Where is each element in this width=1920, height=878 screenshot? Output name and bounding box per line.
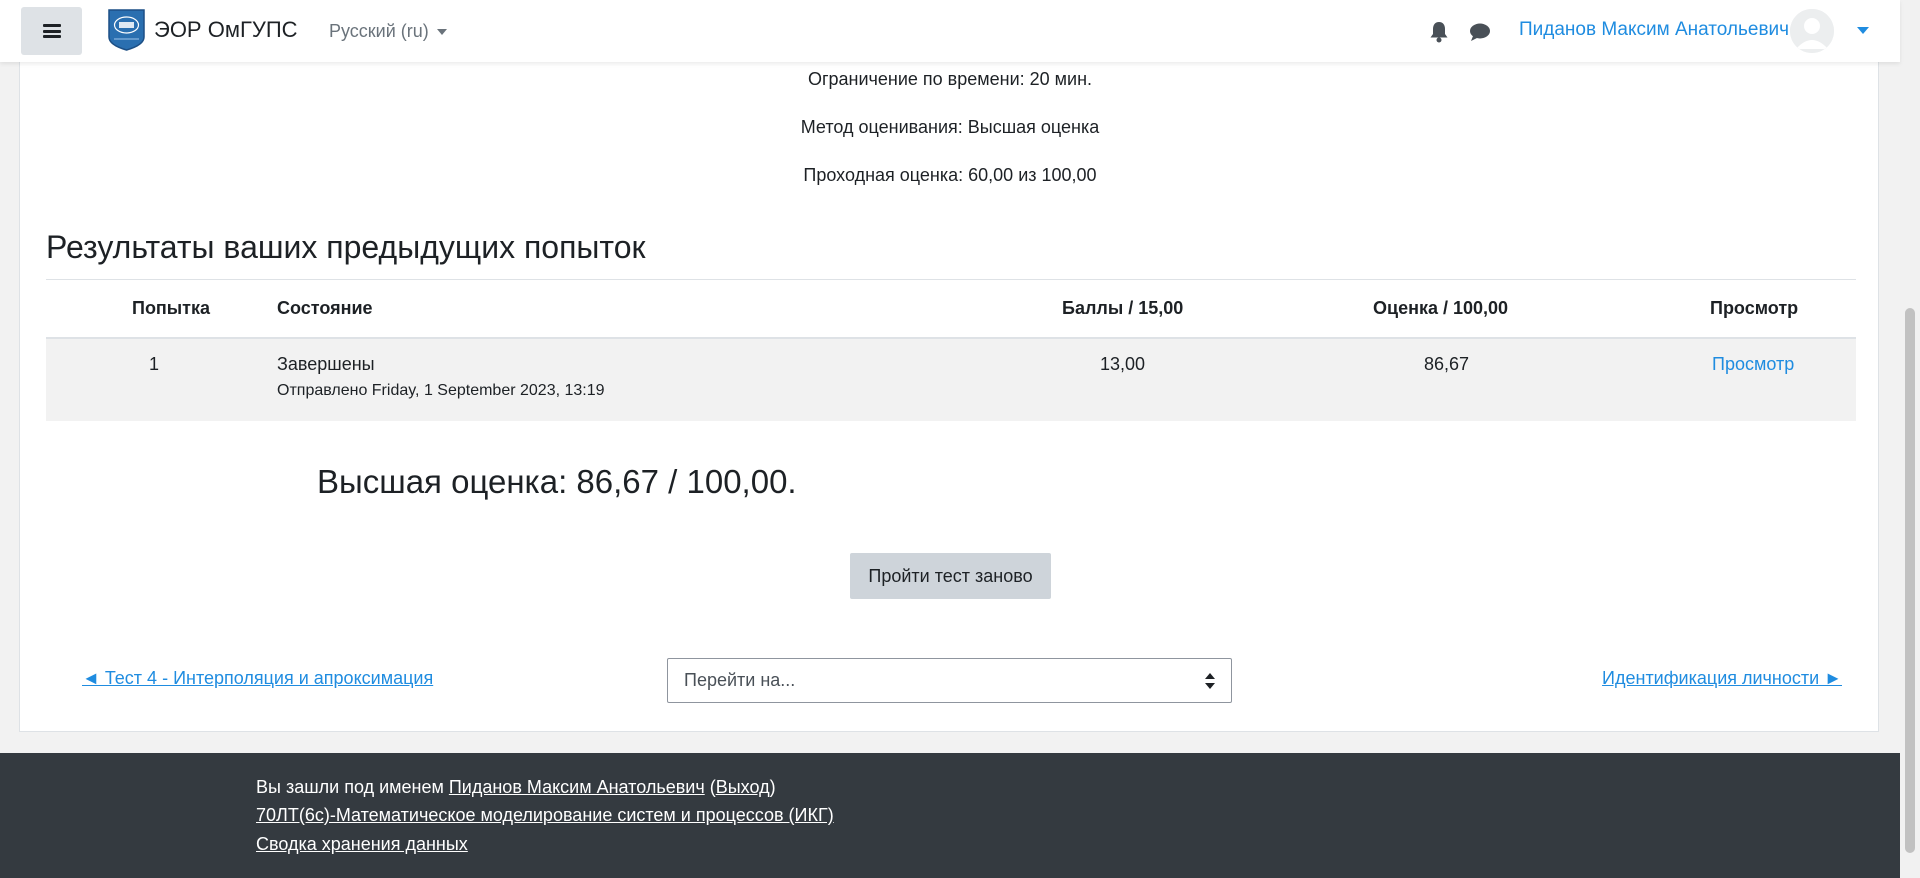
top-navbar: ЭОР ОмГУПС Русский (ru) Пиданов Максим А…	[0, 0, 1900, 62]
user-menu-name[interactable]: Пиданов Максим Анатольевич	[1519, 19, 1789, 41]
jump-to-select[interactable]: Перейти на...	[667, 658, 1232, 703]
column-header-attempt: Попытка	[132, 298, 211, 318]
next-activity-link[interactable]: Идентификация личности ►	[1602, 668, 1842, 689]
attempts-section-title: Результаты ваших предыдущих попыток	[46, 229, 646, 265]
column-header-grade: Оценка / 100,00	[1373, 298, 1509, 318]
passing-grade-text: Проходная оценка: 60,00 из 100,00	[803, 165, 1097, 185]
course-info: 70ЛТ(6с)-Математическое моделирование си…	[256, 805, 834, 826]
logged-in-prefix: Вы зашли под именем	[256, 777, 444, 797]
footer-user-link[interactable]: Пиданов Максим Анатольевич	[449, 777, 705, 797]
course-link[interactable]: 70ЛТ(6с)-Математическое моделирование си…	[256, 805, 834, 825]
data-retention-info: Сводка хранения данных	[256, 834, 468, 855]
drawer-toggle-button[interactable]	[21, 7, 82, 55]
column-header-marks: Баллы / 15,00	[1062, 298, 1184, 318]
scrollbar-thumb[interactable]	[1905, 308, 1915, 853]
avatar[interactable]	[1790, 9, 1834, 53]
review-link[interactable]: Просмотр	[1712, 354, 1794, 375]
select-arrows-icon	[1205, 673, 1215, 689]
logout-close-paren: )	[769, 777, 776, 797]
data-retention-link[interactable]: Сводка хранения данных	[256, 834, 468, 854]
page-footer: Вы зашли под именем Пиданов Максим Анато…	[0, 753, 1900, 878]
previous-activity-link[interactable]: ◄ Тест 4 - Интерполяция и апроксимация	[82, 668, 433, 689]
attempt-state: Завершены	[277, 354, 375, 374]
best-grade-heading: Высшая оценка: 86,67 / 100,00.	[317, 463, 797, 500]
reattempt-quiz-button[interactable]: Пройти тест заново	[850, 553, 1051, 599]
attempt-grade: 86,67	[1424, 354, 1470, 374]
table-header: Попытка Состояние Баллы / 15,00 Оценка /…	[46, 281, 1856, 339]
divider	[46, 279, 1856, 280]
site-brand[interactable]: ЭОР ОмГУПС	[154, 17, 298, 43]
university-logo[interactable]	[108, 9, 145, 51]
attempt-number: 1	[148, 354, 159, 374]
attempt-marks: 13,00	[1100, 354, 1146, 374]
chat-icon[interactable]	[1469, 22, 1491, 42]
jump-to-selected-value: Перейти на...	[684, 670, 796, 690]
language-menu[interactable]: Русский (ru)	[329, 21, 447, 42]
hamburger-icon	[42, 24, 61, 38]
attempt-submitted-time: Отправлено Friday, 1 September 2023, 13:…	[277, 382, 605, 399]
language-label: Русский (ru)	[329, 21, 429, 41]
column-header-state: Состояние	[277, 298, 373, 318]
vertical-scrollbar[interactable]	[1900, 0, 1920, 878]
logout-link[interactable]: Выход	[716, 777, 770, 797]
table-row: 1 Завершены Отправлено Friday, 1 Septemb…	[46, 339, 1856, 421]
column-header-review: Просмотр	[1710, 298, 1799, 318]
attempts-table: Попытка Состояние Баллы / 15,00 Оценка /…	[46, 281, 1856, 421]
user-menu-chevron-icon[interactable]	[1857, 27, 1869, 34]
chevron-down-icon	[436, 28, 447, 35]
bell-icon[interactable]	[1429, 21, 1449, 43]
time-limit-text: Ограничение по времени: 20 мин.	[807, 69, 1093, 89]
grading-method-text: Метод оценивания: Высшая оценка	[800, 117, 1100, 137]
logged-in-info: Вы зашли под именем Пиданов Максим Анато…	[256, 777, 776, 798]
main-content-card: Ограничение по времени: 20 мин. Метод оц…	[19, 0, 1879, 732]
